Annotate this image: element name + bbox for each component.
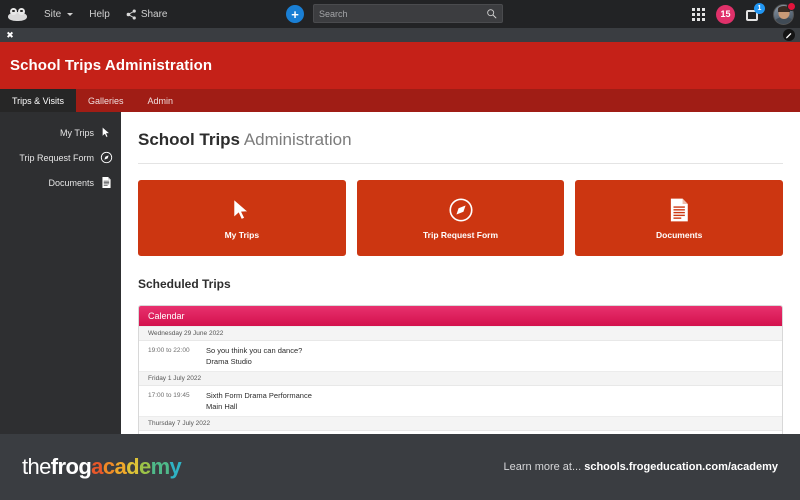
site-menu-label: Site: [44, 8, 62, 20]
tab-admin[interactable]: Admin: [136, 89, 186, 112]
tab-label: Trips & Visits: [12, 95, 65, 106]
tab-galleries[interactable]: Galleries: [76, 89, 136, 112]
card-label: Documents: [656, 229, 703, 240]
content-heading: School Trips Administration: [121, 112, 800, 150]
sidebar-item-label: My Trips: [59, 127, 94, 138]
event-location: Drama Studio: [206, 357, 252, 366]
quick-link-cards: My Trips Trip Request Form Documents: [121, 164, 800, 256]
sidebar-item-label: Trip Request Form: [19, 152, 94, 163]
compass-icon: [448, 197, 473, 222]
event-title: So you think you can dance?: [206, 346, 303, 355]
tab-label: Admin: [147, 95, 174, 106]
event-title: Sixth Form Drama Performance: [206, 391, 312, 400]
app-window-chrome: ✖: [0, 28, 800, 42]
calendar-event-row[interactable]: 19:00 to 22:00 So you think you can danc…: [139, 341, 782, 371]
card-trip-request-form[interactable]: Trip Request Form: [356, 180, 565, 256]
page-footer: thefrogacademy Learn more at... schools.…: [0, 434, 800, 500]
share-label: Share: [140, 8, 168, 20]
apps-grid-icon[interactable]: [692, 7, 705, 21]
avatar[interactable]: [773, 1, 796, 25]
frog-academy-logo: thefrogacademy: [22, 454, 182, 480]
calendar-header: Calendar: [139, 306, 782, 326]
edit-pencil-icon[interactable]: [783, 29, 795, 41]
content-heading-bold: School Trips: [138, 130, 241, 149]
chevron-down-icon: [67, 12, 74, 16]
calendar-date-header: Thursday 7 July 2022: [139, 417, 782, 431]
search-input[interactable]: [319, 8, 486, 19]
footer-url: schools.frogeducation.com/academy: [584, 461, 778, 473]
frog-logo-icon[interactable]: [8, 7, 27, 21]
messages-count-badge: 1: [754, 3, 765, 14]
card-documents[interactable]: Documents: [575, 180, 784, 256]
search-icon[interactable]: [486, 8, 497, 19]
logo-frog: frog: [50, 454, 92, 479]
sidebar-item-documents[interactable]: Documents: [0, 170, 121, 195]
help-menu-label: Help: [89, 8, 110, 20]
site-menu[interactable]: Site: [36, 0, 81, 28]
app-root: Site Help Share + Search 15 1 ✖ School T…: [0, 0, 800, 500]
sidebar-item-trip-request-form[interactable]: Trip Request Form: [0, 145, 121, 170]
scheduled-trips-heading: Scheduled Trips: [138, 277, 231, 291]
toolbar-left-group: Site Help Share: [0, 0, 176, 28]
content-heading-light: Administration: [243, 130, 352, 149]
sidebar-item-my-trips[interactable]: My Trips: [0, 120, 121, 145]
toolbar-right-group: 15 1: [692, 0, 796, 28]
footer-learn-more: Learn more at... schools.frogeducation.c…: [504, 461, 779, 473]
calendar-widget: Calendar Wednesday 29 June 2022 19:00 to…: [138, 305, 783, 434]
add-button[interactable]: +: [286, 4, 304, 23]
document-icon: [671, 198, 688, 221]
messages-icon[interactable]: 1: [746, 3, 765, 22]
avatar-alert-dot: [787, 1, 796, 11]
search-box[interactable]: [313, 4, 503, 23]
notifications-count-badge[interactable]: 15: [716, 4, 735, 24]
sidebar-item-label: Documents: [48, 177, 94, 188]
event-time: 17:00 to 19:45: [148, 392, 190, 399]
event-details: So you think you can dance? Drama Studio: [206, 346, 782, 366]
site-nav: Trips & Visits Galleries Admin: [0, 89, 800, 112]
learn-more-label: Learn more at...: [503, 461, 582, 473]
calendar-date-header: Wednesday 29 June 2022: [139, 327, 782, 341]
share-icon: [126, 8, 136, 20]
card-label: My Trips: [224, 229, 260, 240]
event-details: Sixth Form Drama Performance Main Hall: [206, 391, 782, 411]
cursor-icon: [233, 198, 249, 220]
logo-the: the: [22, 454, 51, 479]
calendar-date-header: Friday 1 July 2022: [139, 372, 782, 386]
sidebar: My Trips Trip Request Form Documents: [0, 112, 121, 434]
calendar-event-row[interactable]: 17:00 to 19:45 Sixth Form Drama Performa…: [139, 386, 782, 416]
close-icon[interactable]: ✖: [4, 29, 16, 41]
top-toolbar: Site Help Share + Search 15 1: [0, 0, 800, 28]
cursor-icon: [102, 126, 111, 138]
main-content: School Trips Administration My Trips Tri: [121, 112, 800, 434]
event-time: 19:00 to 22:00: [148, 347, 190, 354]
tab-trips-and-visits[interactable]: Trips & Visits: [0, 89, 77, 112]
calendar-day-group: Thursday 7 July 2022: [139, 416, 782, 434]
app-stage: My Trips Trip Request Form Documents Sch…: [0, 112, 800, 434]
card-my-trips[interactable]: My Trips: [138, 180, 346, 256]
page-title: School Trips Administration: [10, 57, 213, 74]
share-button[interactable]: Share: [118, 0, 176, 28]
document-icon: [102, 177, 111, 188]
page-banner: School Trips Administration: [0, 42, 800, 89]
card-label: Trip Request Form: [422, 229, 499, 240]
event-location: Main Hall: [206, 402, 238, 411]
logo-academy: academy: [91, 454, 182, 479]
calendar-day-group: Wednesday 29 June 2022 19:00 to 22:00 So…: [139, 326, 782, 371]
compass-icon: [100, 151, 113, 164]
tab-label: Galleries: [88, 95, 124, 106]
calendar-title: Calendar: [148, 311, 185, 321]
toolbar-center-group: +: [286, 4, 503, 23]
help-menu[interactable]: Help: [81, 0, 118, 28]
calendar-day-group: Friday 1 July 2022 17:00 to 19:45 Sixth …: [139, 371, 782, 416]
